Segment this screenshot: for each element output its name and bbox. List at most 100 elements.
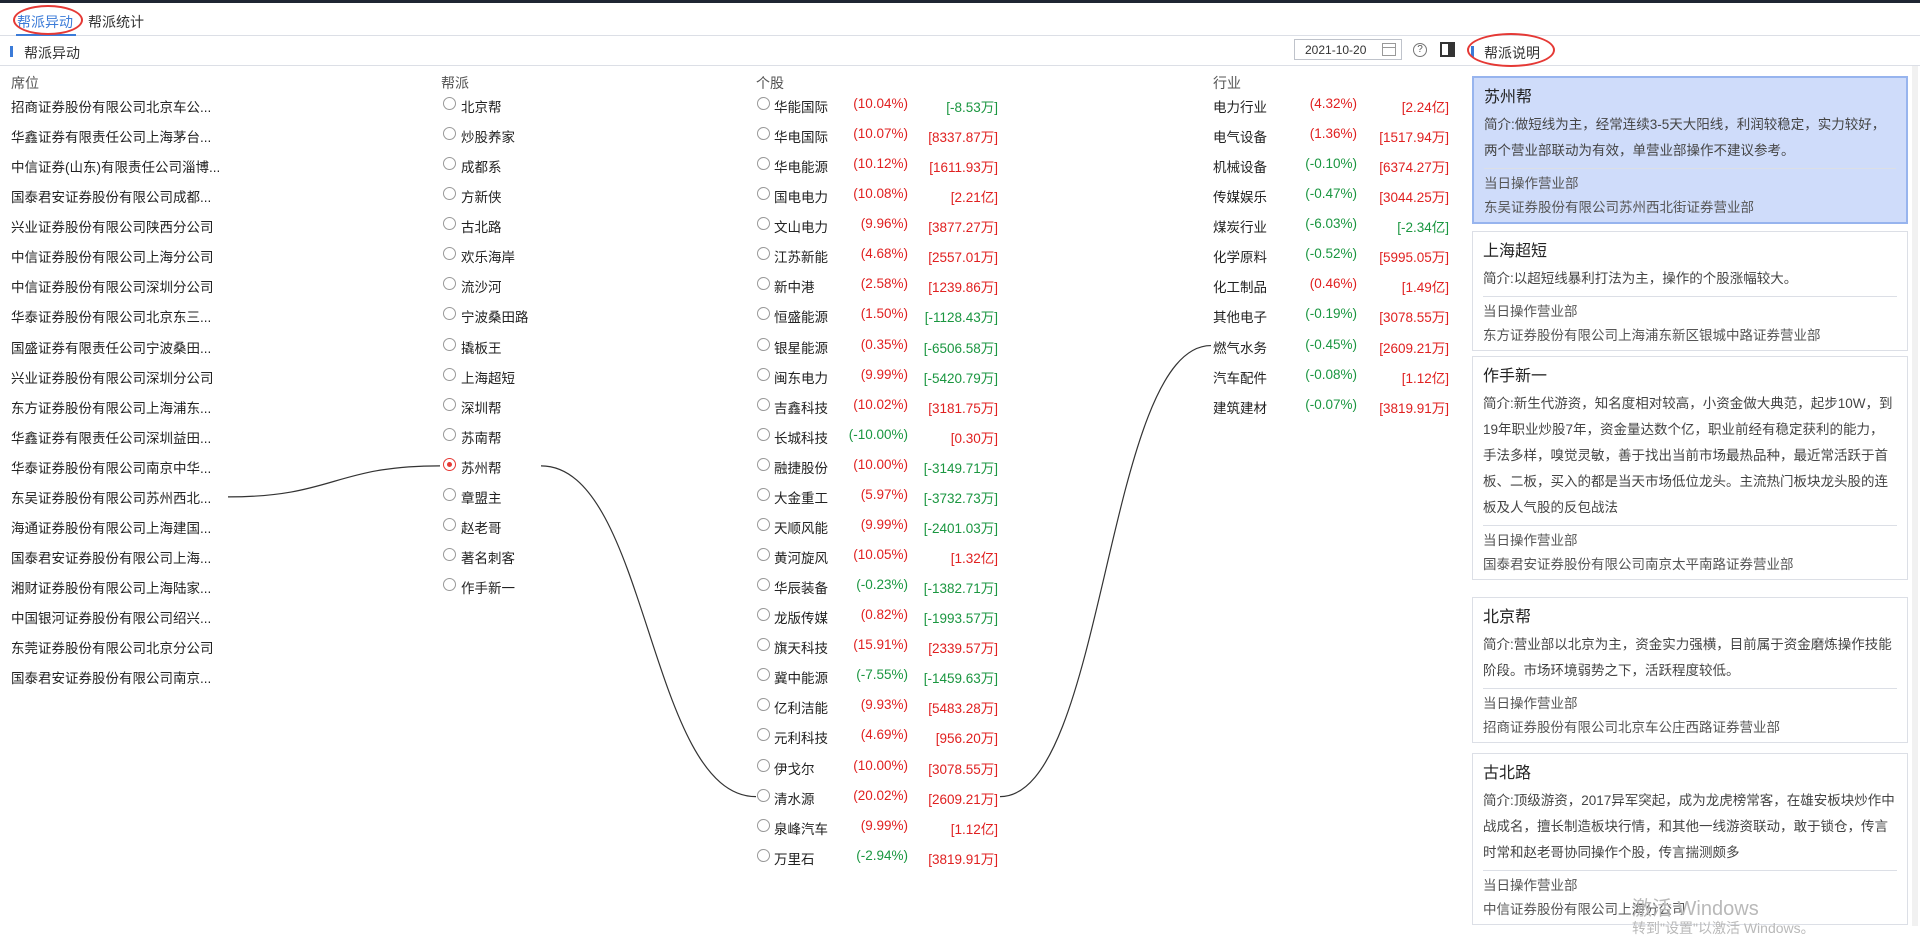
gang-label[interactable]: 欢乐海岸	[461, 246, 515, 266]
gang-card[interactable]: 苏州帮 简介:做短线为主，经常连续3-5天大阳线，利润较稳定，实力较好，两个营业部…	[1472, 76, 1908, 224]
stock-radio[interactable]	[757, 367, 770, 381]
seat-item[interactable]: 东吴证券股份有限公司苏州西北...	[11, 487, 211, 507]
gang-radio[interactable]	[443, 277, 456, 291]
seat-item[interactable]: 华鑫证券有限责任公司上海茅台...	[11, 126, 211, 146]
seat-item[interactable]: 海通证券股份有限公司上海建国...	[11, 517, 211, 537]
stock-name[interactable]: 文山电力	[774, 216, 828, 236]
gang-radio[interactable]	[443, 157, 456, 171]
gang-radio[interactable]	[443, 397, 456, 411]
stock-name[interactable]: 冀中能源	[774, 667, 828, 687]
gang-label[interactable]: 撬板王	[461, 337, 502, 357]
stock-radio[interactable]	[757, 728, 770, 742]
stock-radio[interactable]	[757, 97, 770, 110]
stock-name[interactable]: 大金重工	[774, 487, 828, 507]
industry-name[interactable]: 燃气水务	[1213, 337, 1267, 357]
gang-radio[interactable]	[443, 427, 456, 441]
right-panel-scrollbar[interactable]	[1912, 66, 1918, 926]
seat-item[interactable]: 国泰君安证券股份有限公司南京...	[11, 667, 211, 687]
gang-card[interactable]: 上海超短 简介:以超短线暴利打法为主，操作的个股涨幅较大。 当日操作营业部 东方证券股…	[1472, 231, 1908, 351]
seat-item[interactable]: 东方证券股份有限公司上海浦东...	[11, 397, 211, 417]
stock-radio[interactable]	[757, 848, 770, 862]
gang-card[interactable]: 北京帮 简介:营业部以北京为主，资金实力强横，目前属于资金磨炼操作技能阶段。市场环…	[1472, 597, 1908, 743]
gang-label[interactable]: 成都系	[461, 156, 502, 176]
gang-radio[interactable]	[443, 127, 456, 141]
industry-name[interactable]: 机械设备	[1213, 156, 1267, 176]
stock-radio[interactable]	[757, 608, 770, 622]
stock-name[interactable]: 清水源	[774, 788, 815, 808]
stock-radio[interactable]	[757, 187, 770, 201]
stock-radio[interactable]	[757, 247, 770, 261]
stock-radio[interactable]	[757, 548, 770, 562]
stock-radio[interactable]	[757, 277, 770, 291]
gang-radio[interactable]	[443, 97, 456, 110]
gang-radio[interactable]	[443, 337, 456, 351]
stock-name[interactable]: 华能国际	[774, 96, 828, 116]
panel-toggle-icon[interactable]	[1440, 42, 1455, 57]
industry-name[interactable]: 传媒娱乐	[1213, 186, 1267, 206]
gang-label[interactable]: 炒股养家	[461, 126, 515, 146]
stock-name[interactable]: 龙版传媒	[774, 607, 828, 627]
help-icon[interactable]: ?	[1413, 43, 1427, 57]
gang-radio[interactable]	[443, 307, 456, 321]
calendar-icon[interactable]	[1382, 43, 1396, 56]
gang-radio[interactable]	[443, 187, 456, 201]
seat-item[interactable]: 兴业证券股份有限公司陕西分公司	[11, 216, 214, 236]
stock-name[interactable]: 国电电力	[774, 186, 828, 206]
industry-name[interactable]: 化学原料	[1213, 246, 1267, 266]
stock-radio[interactable]	[757, 307, 770, 321]
stock-radio[interactable]	[757, 668, 770, 682]
seat-item[interactable]: 兴业证券股份有限公司深圳分公司	[11, 367, 214, 387]
industry-name[interactable]: 化工制品	[1213, 276, 1267, 296]
stock-radio[interactable]	[757, 788, 770, 802]
seat-item[interactable]: 华泰证券股份有限公司北京东三...	[11, 306, 211, 326]
gang-radio[interactable]	[443, 217, 456, 231]
industry-name[interactable]: 电气设备	[1213, 126, 1267, 146]
stock-name[interactable]: 万里石	[774, 848, 815, 868]
stock-radio[interactable]	[757, 818, 770, 832]
gang-label[interactable]: 宁波桑田路	[461, 306, 529, 326]
seat-item[interactable]: 中国银河证券股份有限公司绍兴...	[11, 607, 211, 627]
seat-item[interactable]: 国盛证券有限责任公司宁波桑田...	[11, 337, 211, 357]
date-picker[interactable]: 2021-10-20	[1294, 39, 1402, 60]
seat-item[interactable]: 国泰君安证券股份有限公司上海...	[11, 547, 211, 567]
gang-label[interactable]: 流沙河	[461, 276, 502, 296]
stock-radio[interactable]	[757, 427, 770, 441]
stock-name[interactable]: 新中港	[774, 276, 815, 296]
tab-gang-stats[interactable]: 帮派统计	[88, 12, 144, 32]
industry-name[interactable]: 汽车配件	[1213, 367, 1267, 387]
stock-radio[interactable]	[757, 127, 770, 141]
gang-radio[interactable]	[443, 367, 456, 381]
gang-label[interactable]: 作手新一	[461, 577, 515, 597]
stock-name[interactable]: 银星能源	[774, 337, 828, 357]
gang-label[interactable]: 苏南帮	[461, 427, 502, 447]
gang-radio[interactable]	[443, 517, 456, 531]
gang-radio[interactable]	[443, 457, 456, 471]
industry-name[interactable]: 其他电子	[1213, 306, 1267, 326]
seat-item[interactable]: 中信证券股份有限公司上海分公司	[11, 246, 214, 266]
gang-radio[interactable]	[443, 487, 456, 501]
stock-name[interactable]: 天顺风能	[774, 517, 828, 537]
seat-item[interactable]: 国泰君安证券股份有限公司成都...	[11, 186, 211, 206]
gang-label[interactable]: 北京帮	[461, 96, 502, 116]
seat-item[interactable]: 湘财证券股份有限公司上海陆家...	[11, 577, 211, 597]
seat-item[interactable]: 东莞证券股份有限公司北京分公司	[11, 637, 214, 657]
stock-radio[interactable]	[757, 337, 770, 351]
stock-radio[interactable]	[757, 157, 770, 171]
stock-name[interactable]: 华电国际	[774, 126, 828, 146]
stock-name[interactable]: 华电能源	[774, 156, 828, 176]
stock-radio[interactable]	[757, 457, 770, 471]
gang-radio[interactable]	[443, 578, 456, 592]
stock-name[interactable]: 华辰装备	[774, 577, 828, 597]
stock-radio[interactable]	[757, 487, 770, 501]
seat-item[interactable]: 招商证券股份有限公司北京车公...	[11, 96, 211, 116]
gang-label[interactable]: 著名刺客	[461, 547, 515, 567]
stock-name[interactable]: 融捷股份	[774, 457, 828, 477]
gang-label[interactable]: 上海超短	[461, 367, 515, 387]
industry-name[interactable]: 电力行业	[1213, 96, 1267, 116]
stock-radio[interactable]	[757, 638, 770, 652]
stock-name[interactable]: 亿利洁能	[774, 697, 828, 717]
gang-label[interactable]: 方新侠	[461, 186, 502, 206]
gang-label[interactable]: 章盟主	[461, 487, 502, 507]
gang-radio[interactable]	[443, 247, 456, 261]
stock-name[interactable]: 伊戈尔	[774, 758, 815, 778]
